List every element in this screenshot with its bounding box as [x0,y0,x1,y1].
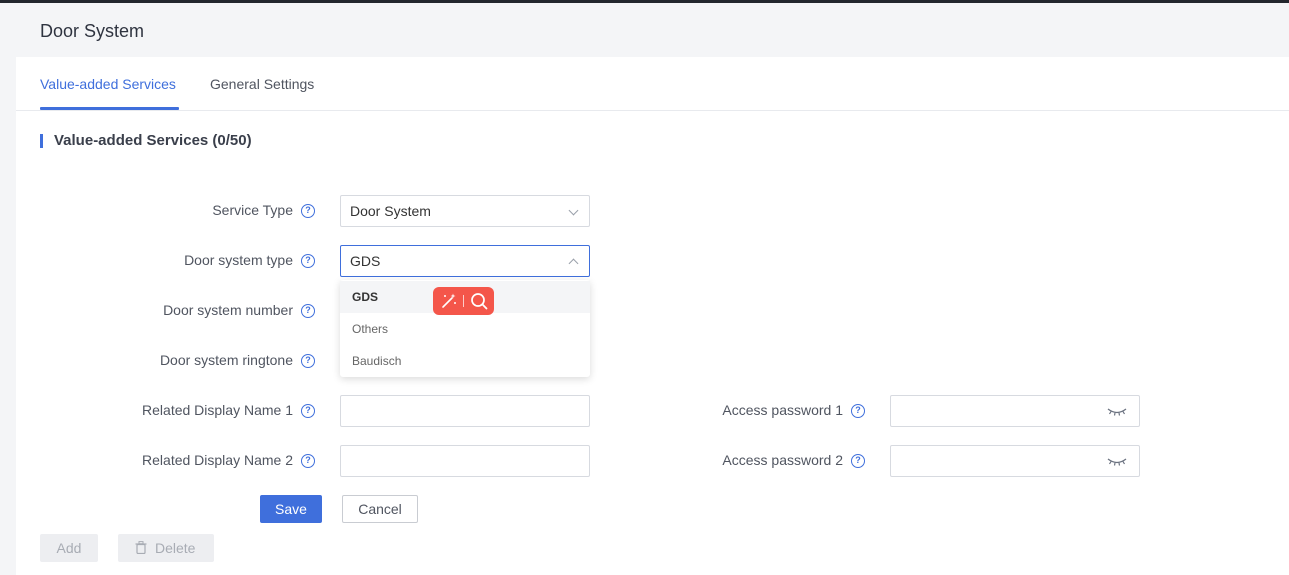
cancel-button[interactable]: Cancel [342,495,418,523]
dropdown-option-others[interactable]: Others [340,313,590,345]
related-display-name-2-label: Related Display Name 2 [142,452,293,468]
chevron-up-icon [568,258,579,269]
trash-icon [135,541,147,554]
access-password-2-input[interactable] [890,445,1140,477]
section-title: Value-added Services (0/50) [40,133,252,149]
save-button[interactable]: Save [260,495,322,523]
access-password-1-input[interactable] [890,395,1140,427]
active-tab-indicator [40,107,179,110]
page-title: Door System [40,21,145,41]
related-display-name-1-label: Related Display Name 1 [142,402,293,418]
access-password-1-label: Access password 1 [722,402,843,418]
delete-button[interactable]: Delete [118,534,214,562]
magic-wand-icon[interactable] [440,292,458,310]
door-system-type-help-icon[interactable]: ? [301,254,315,268]
content-card: Value-added Services General Settings Va… [16,57,1289,575]
related-display-name-2-input[interactable] [340,445,590,477]
service-type-label: Service Type [212,202,293,218]
service-type-select[interactable]: Door System [340,195,590,227]
door-system-number-label: Door system number [163,302,293,318]
access-password-1-help-icon[interactable]: ? [851,404,865,418]
access-password-2-label: Access password 2 [722,452,843,468]
chevron-down-icon [568,205,579,216]
tab-value-added-services[interactable]: Value-added Services [40,76,176,92]
related-display-name-1-help-icon[interactable]: ? [301,404,315,418]
toolbar-separator [463,295,464,307]
tab-bar: Value-added Services General Settings [16,57,1289,111]
eye-closed-icon[interactable] [1107,455,1127,467]
eye-closed-icon[interactable] [1107,405,1127,417]
floating-toolbar [433,287,494,315]
delete-button-label: Delete [155,540,196,556]
service-type-help-icon[interactable]: ? [301,204,315,218]
related-display-name-2-help-icon[interactable]: ? [301,454,315,468]
related-display-name-1-input[interactable] [340,395,590,427]
door-system-type-label: Door system type [184,252,293,268]
service-type-value: Door System [350,203,431,219]
door-system-ringtone-label: Door system ringtone [159,352,293,368]
door-system-number-help-icon[interactable]: ? [301,304,315,318]
tab-general-settings[interactable]: General Settings [210,76,314,92]
search-icon[interactable] [470,292,488,310]
door-system-type-value: GDS [350,253,381,269]
add-button[interactable]: Add [40,534,98,562]
page-header: Door System [0,3,1289,57]
door-system-type-select[interactable]: GDS [340,245,590,277]
access-password-2-help-icon[interactable]: ? [851,454,865,468]
dropdown-option-baudisch[interactable]: Baudisch [340,345,590,377]
door-system-ringtone-help-icon[interactable]: ? [301,354,315,368]
